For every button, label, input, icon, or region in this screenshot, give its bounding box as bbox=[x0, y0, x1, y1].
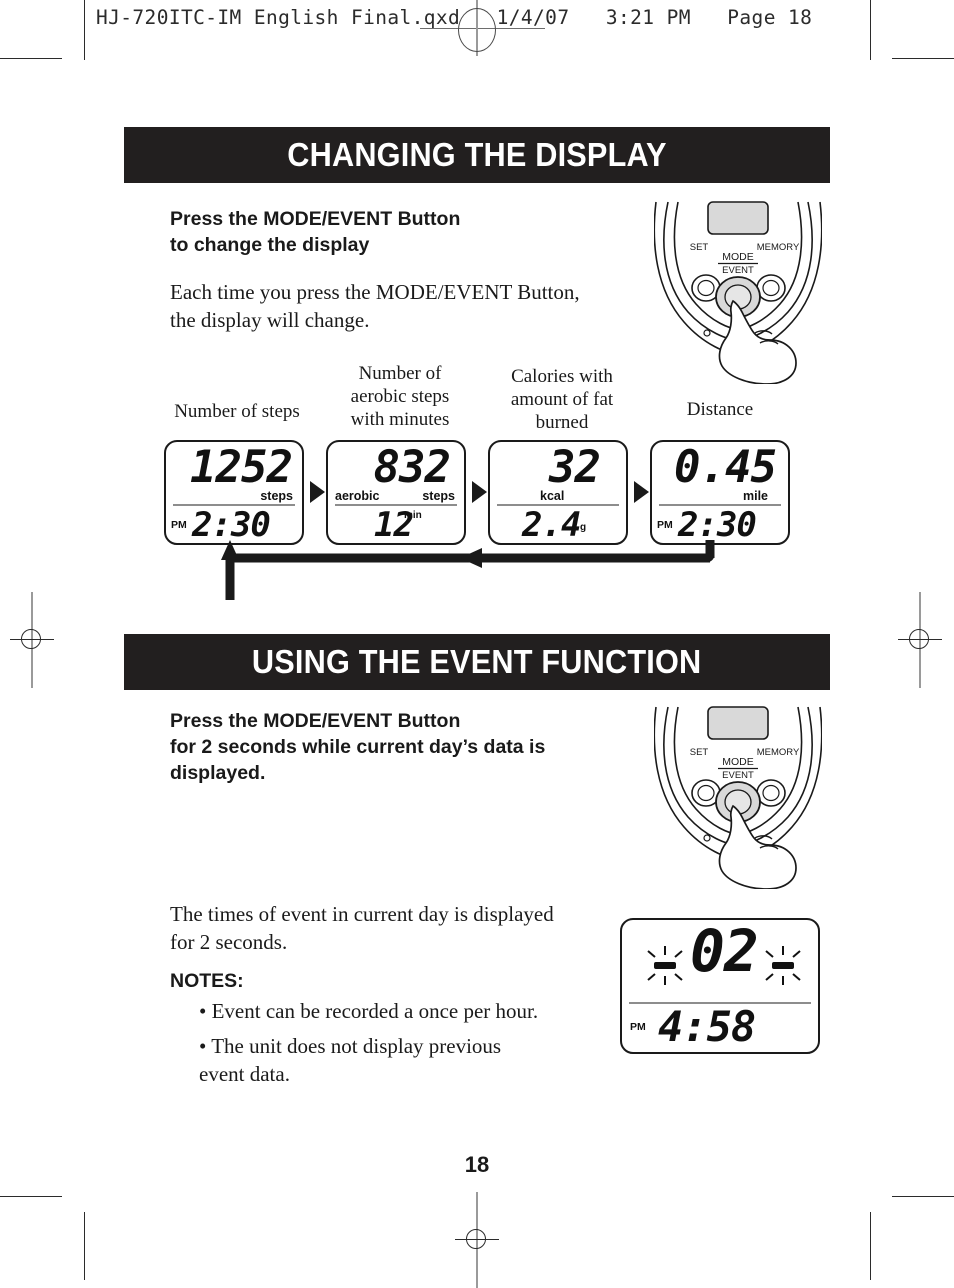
device-illustration-mode-button-press: SET MEMORY MODE EVENT bbox=[654, 200, 822, 384]
flow-arrow-1 bbox=[310, 481, 325, 503]
section-title-text-2: USING THE EVENT FUNCTION bbox=[252, 643, 702, 680]
device-lcd-screen bbox=[707, 201, 769, 235]
lcd-steps-unit: steps bbox=[260, 488, 293, 503]
note-item-2: • The unit does not display previous eve… bbox=[199, 1034, 502, 1086]
device-set-label-2: SET bbox=[690, 747, 709, 758]
lcd-aerobic-unit: steps bbox=[422, 488, 455, 503]
lcd-aerobic-prefix: aerobic bbox=[335, 488, 380, 503]
slug-registration-circle bbox=[458, 8, 496, 52]
cycle-loop-arrow bbox=[221, 540, 715, 600]
section1-lead-text: Press the MODE/EVENT Button to change th… bbox=[170, 208, 461, 256]
lcd-panel-event-top: 02 bbox=[622, 917, 818, 1005]
device-svg: SET MEMORY MODE EVENT bbox=[654, 201, 822, 384]
lcd-fat-unit: g bbox=[580, 521, 587, 533]
crop-mark-bottom-right bbox=[892, 1196, 954, 1197]
lcd-panel-distance: 0.45 mile PM 2:30 bbox=[650, 440, 790, 545]
event-flash-indicator-left bbox=[647, 946, 683, 985]
cycle-label-distance: Distance bbox=[686, 399, 754, 420]
device-mode-label: MODE bbox=[722, 251, 754, 263]
device-memory-label: MEMORY bbox=[757, 242, 800, 253]
lcd-steps-time: 2:30 bbox=[192, 504, 271, 545]
lcd-distance-unit: mile bbox=[742, 488, 768, 503]
flow-arrow-3 bbox=[634, 481, 649, 503]
device-event-label-2: EVENT bbox=[722, 770, 754, 781]
lcd-distance-ampm: PM bbox=[657, 518, 673, 531]
cycle-label-steps: Number of steps bbox=[174, 401, 300, 422]
device-mode-label-2: MODE bbox=[722, 756, 754, 768]
lcd-panel-steps-top: 1252 steps bbox=[166, 442, 302, 506]
flow-arrow-2 bbox=[472, 481, 487, 503]
lcd-distance-time: 2:30 bbox=[678, 504, 757, 545]
lcd-calories-unit: kcal bbox=[540, 488, 565, 503]
cycle-arrow-head-down bbox=[706, 540, 714, 546]
lcd-event-ampm: PM bbox=[630, 1021, 646, 1034]
crop-mark-top-left bbox=[0, 58, 62, 59]
lcd-calories-value: 32 bbox=[549, 442, 601, 493]
lcd-panel-distance-bottom: PM 2:30 bbox=[652, 505, 788, 543]
lcd-distance-value: 0.45 bbox=[674, 442, 777, 493]
cycle-arrow-head-up bbox=[221, 540, 239, 560]
manual-page: HJ-720ITC-IM English Final.qxd 1/4/07 3:… bbox=[0, 0, 954, 1288]
device-svg-2: SET MEMORY MODE EVENT bbox=[654, 706, 822, 889]
lcd-panel-event-bottom: PM 4:58 bbox=[622, 1003, 818, 1052]
crop-mark-bottom-left bbox=[0, 1196, 62, 1197]
notes-heading: NOTES: bbox=[170, 970, 244, 992]
note-item-1: • Event can be recorded a once per hour. bbox=[199, 999, 539, 1023]
device-illustration-mode-button-hold: SET MEMORY MODE EVENT bbox=[654, 705, 822, 889]
device-lcd-screen-2 bbox=[707, 706, 769, 740]
crop-line-left bbox=[84, 0, 85, 60]
lcd-panel-aerobic: 832 aerobic steps 12 min bbox=[326, 440, 466, 545]
lcd-event-time: 4:58 bbox=[658, 1002, 756, 1052]
lcd-aerobic-value: 832 bbox=[373, 442, 451, 493]
registration-mark-right bbox=[898, 592, 942, 688]
crop-line-left-bottom bbox=[84, 1212, 85, 1280]
device-event-label: EVENT bbox=[722, 265, 754, 276]
lcd-event-count-value: 02 bbox=[690, 917, 759, 985]
device-finger-icon bbox=[718, 299, 797, 384]
lcd-aerobic-minutes-unit: min bbox=[404, 509, 422, 521]
device-memory-label-2: MEMORY bbox=[757, 747, 800, 758]
lcd-panel-calories-top: 32 kcal bbox=[490, 442, 626, 506]
lcd-panel-steps: 1252 steps PM 2:30 bbox=[164, 440, 304, 545]
prepress-slug-line: HJ-720ITC-IM English Final.qxd 1/4/07 3:… bbox=[96, 6, 813, 29]
page-number: 18 bbox=[464, 1152, 490, 1177]
section-title-bar-changing-display: CHANGING THE DISPLAY bbox=[124, 127, 830, 183]
crop-line-right bbox=[870, 0, 871, 60]
lcd-panel-aerobic-bottom: 12 min bbox=[328, 505, 464, 543]
lcd-panel-aerobic-top: 832 aerobic steps bbox=[328, 442, 464, 506]
lcd-panel-distance-top: 0.45 mile bbox=[652, 442, 788, 506]
cycle-label-aerobic: Number of aerobic steps with minutes bbox=[350, 363, 450, 430]
crop-line-right-bottom bbox=[870, 1212, 871, 1280]
lcd-panel-calories: 32 kcal 2.4 g bbox=[488, 440, 628, 545]
lcd-panel-event-count: 02 PM 4:58 bbox=[620, 918, 820, 1054]
section1-body-text: Each time you press the MODE/EVENT Butto… bbox=[170, 280, 580, 332]
cycle-label-calories: Calories with amount of fat burned bbox=[510, 366, 614, 433]
section-title-bar-event-function: USING THE EVENT FUNCTION bbox=[124, 634, 830, 690]
lcd-panel-steps-bottom: PM 2:30 bbox=[166, 505, 302, 543]
lcd-fat-value: 2.4 bbox=[522, 504, 581, 545]
lcd-steps-ampm: PM bbox=[171, 518, 187, 531]
device-set-label: SET bbox=[690, 242, 709, 253]
lcd-steps-value: 1252 bbox=[190, 442, 293, 493]
crop-mark-top-right bbox=[892, 58, 954, 59]
section-title-text: CHANGING THE DISPLAY bbox=[287, 136, 667, 173]
section2-body-text: The times of event in current day is dis… bbox=[170, 902, 554, 954]
section2-lead-text: Press the MODE/EVENT Button for 2 second… bbox=[170, 710, 546, 784]
registration-mark-left bbox=[10, 592, 54, 688]
registration-mark-bottom bbox=[455, 1192, 499, 1288]
cycle-arrow-head-left bbox=[460, 548, 482, 568]
lcd-panel-calories-bottom: 2.4 g bbox=[490, 505, 626, 543]
event-flash-indicator-right bbox=[765, 946, 801, 985]
device-finger-icon-2 bbox=[718, 804, 797, 889]
